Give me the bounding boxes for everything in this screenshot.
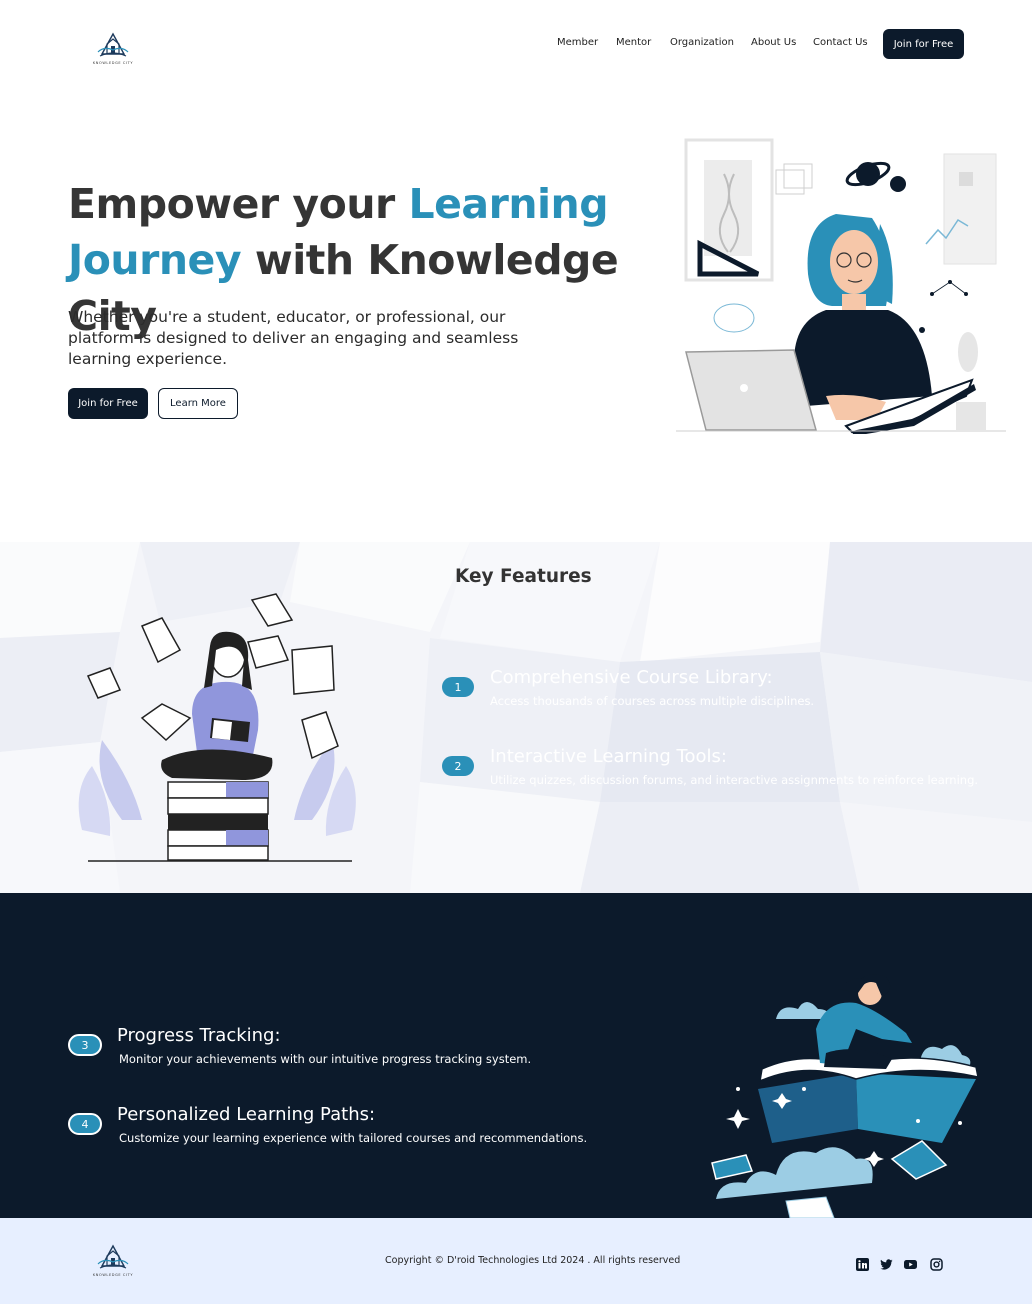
nav-join-button[interactable]: Join for Free [883, 29, 964, 59]
features-heading: Key Features [455, 566, 592, 587]
site-header: KNOWLEDGE CITY Member Mentor Organizatio… [0, 0, 1032, 90]
nav-contact-us[interactable]: Contact Us [813, 37, 868, 53]
hero-title-accent1: Learning [408, 180, 609, 228]
footer-logo[interactable]: KNOWLEDGE CITY [92, 1240, 134, 1280]
hero-learn-more-button[interactable]: Learn More [158, 388, 238, 419]
feature-title: Progress Tracking: [117, 1025, 281, 1046]
copyright-text: Copyright © D'roid Technologies Ltd 2024… [385, 1255, 681, 1266]
hero-subtitle: Whether you're a student, educator, or p… [68, 308, 519, 368]
twitter-icon[interactable] [880, 1258, 893, 1271]
feature-description: Access thousands of courses across multi… [490, 694, 815, 708]
instagram-icon[interactable] [930, 1258, 943, 1271]
nav-about-us[interactable]: About Us [751, 37, 796, 53]
youtube-icon[interactable] [904, 1258, 917, 1271]
reading-girl-illustration [78, 593, 356, 862]
nav-mentor[interactable]: Mentor [616, 37, 651, 53]
nav-member[interactable]: Member [557, 37, 598, 53]
feature-title: Interactive Learning Tools: [490, 746, 727, 767]
feature-description: Customize your learning experience with … [119, 1131, 588, 1145]
feature-description: Utilize quizzes, discussion forums, and … [490, 773, 979, 787]
feature-number-badge: 1 [442, 677, 474, 697]
hero-join-button[interactable]: Join for Free [68, 388, 148, 419]
nav-organization[interactable]: Organization [670, 37, 734, 53]
key-features-section: Key Features 1 Comprehensive Course Libr… [0, 542, 1032, 893]
flying-book-illustration [711, 974, 979, 1218]
logo-text: KNOWLEDGE CITY [92, 1273, 134, 1277]
feature-title: Personalized Learning Paths: [117, 1104, 376, 1125]
brand-logo[interactable]: KNOWLEDGE CITY [92, 28, 134, 68]
feature-number-badge: 3 [68, 1034, 102, 1056]
feature-number-badge: 2 [442, 756, 474, 776]
student-laptop-illustration [676, 138, 1006, 434]
hero-title-accent2: Journey [68, 236, 242, 284]
hero-title-part1: Empower your [68, 180, 409, 228]
landing-page: KNOWLEDGE CITY Member Mentor Organizatio… [0, 0, 1032, 1304]
feature-number-badge: 4 [68, 1113, 102, 1135]
site-footer: KNOWLEDGE CITY Copyright © D'roid Techno… [0, 1218, 1032, 1304]
logo-icon [97, 32, 129, 57]
logo-icon [97, 1244, 129, 1269]
feature-title: Comprehensive Course Library: [490, 667, 773, 688]
logo-text: KNOWLEDGE CITY [92, 61, 134, 65]
features-dark-section: 3 Progress Tracking: Monitor your achiev… [0, 893, 1032, 1218]
feature-description: Monitor your achievements with our intui… [119, 1052, 532, 1066]
linkedin-icon[interactable] [856, 1258, 869, 1271]
